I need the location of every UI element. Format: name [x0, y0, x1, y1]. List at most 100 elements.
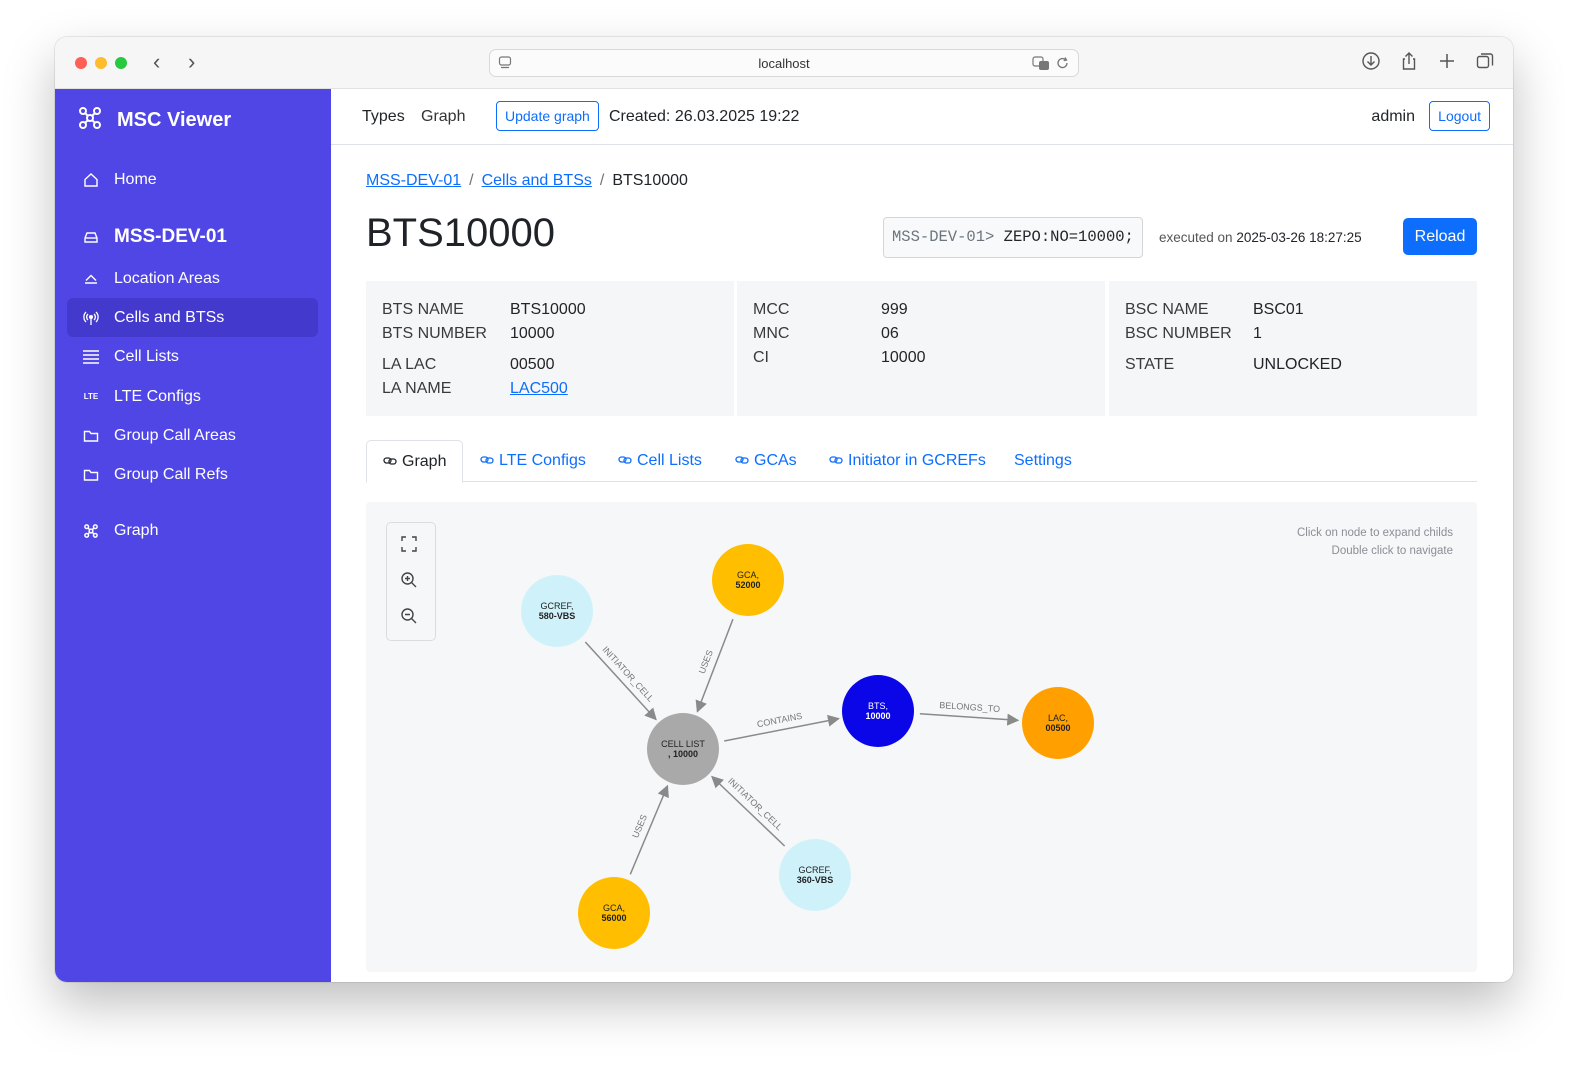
breadcrumb-cells-and-btss[interactable]: Cells and BTSs — [482, 172, 592, 190]
page-title: BTS10000 — [366, 211, 556, 255]
maximize-window-button[interactable] — [115, 57, 127, 69]
la-lac-value: 00500 — [510, 356, 555, 373]
breadcrumb-separator: / — [469, 172, 474, 189]
share-icon[interactable] — [1399, 51, 1419, 76]
update-graph-button[interactable]: Update graph — [496, 101, 599, 131]
graph-edge-label: INITIATOR_CELL — [600, 644, 655, 703]
link-icon — [480, 452, 494, 470]
breadcrumb-mss-dev-01[interactable]: MSS-DEV-01 — [366, 172, 461, 190]
new-tab-icon[interactable] — [1437, 51, 1457, 76]
graph-node-type: LAC, — [1048, 713, 1068, 723]
sidebar-item-cells-and-btss[interactable]: Cells and BTSs — [67, 298, 318, 337]
bts-name-value: BTS10000 — [510, 301, 586, 318]
sidebar-item-group-call-areas[interactable]: Group Call Areas — [67, 416, 318, 455]
graph-icon — [81, 521, 101, 541]
tab-graph[interactable]: Graph — [366, 440, 464, 483]
browser-toolbar: ‹ › localhost — [55, 37, 1513, 89]
graph-node-gcref2[interactable]: GCREF,360-VBS — [779, 839, 851, 911]
graph-node-name: , 10000 — [668, 749, 698, 759]
graph-node-lac[interactable]: LAC,00500 — [1022, 687, 1094, 759]
graph-node-name: 56000 — [601, 913, 626, 923]
executed-info: executed on 2025-03-26 18:27:25 — [1159, 230, 1362, 245]
tab-label: Cell Lists — [637, 452, 702, 469]
sidebar-item-label: Home — [114, 170, 157, 188]
mnc-value: 06 — [881, 325, 899, 342]
url-text: localhost — [758, 56, 810, 71]
sidebar-item-home[interactable]: Home — [67, 160, 318, 199]
nav-types-link[interactable]: Types — [362, 108, 405, 126]
reload-button[interactable]: Reload — [1403, 218, 1477, 255]
graph-edge-belongs-to — [919, 713, 1020, 726]
la-name-link[interactable]: LAC500 — [510, 380, 568, 397]
antenna-icon — [81, 308, 101, 328]
bsc-name-value: BSC01 — [1253, 301, 1304, 318]
brand[interactable]: MSC Viewer — [77, 105, 231, 136]
refresh-icon[interactable] — [1056, 55, 1070, 76]
breadcrumb-current: BTS10000 — [612, 172, 688, 189]
sidebar-item-label: Location Areas — [114, 269, 220, 287]
folder-icon — [81, 426, 101, 446]
graph-edge-label: BELONGS_TO — [939, 700, 1000, 714]
tab-gcas[interactable]: GCAs — [719, 440, 813, 482]
executed-label: executed on — [1159, 230, 1233, 245]
address-bar[interactable]: localhost — [489, 49, 1079, 77]
tab-label: LTE Configs — [499, 452, 586, 469]
graph-node-type: CELL LIST — [661, 739, 705, 749]
info-card-bts: BTS NAME BTS10000 BTS NUMBER 10000 LA LAC 0… — [366, 281, 734, 416]
forward-icon[interactable]: › — [188, 49, 195, 75]
state-value: UNLOCKED — [1253, 356, 1342, 373]
executed-timestamp: 2025-03-26 18:27:25 — [1236, 230, 1362, 245]
created-timestamp: Created: 26.03.2025 19:22 — [609, 108, 800, 125]
sidebar-item-cell-lists[interactable]: Cell Lists — [67, 337, 318, 376]
graph-node-type: GCREF, — [540, 601, 573, 611]
graph-node-name: 580-VBS — [539, 611, 576, 621]
translate-icon[interactable] — [1032, 55, 1050, 76]
graph-node-gca2[interactable]: GCA,56000 — [578, 877, 650, 949]
sidebar-item-label: LTE Configs — [114, 387, 201, 405]
graph-node-name: 360-VBS — [797, 875, 834, 885]
browser-window: ‹ › localhost MSC Viewer Home MSS-DEV-01… — [55, 37, 1513, 982]
username: admin — [1371, 108, 1415, 125]
tab-cell-lists[interactable]: Cell Lists — [602, 440, 718, 482]
sidebar-item-lte-configs[interactable]: LTE LTE Configs — [67, 377, 318, 416]
graph-edge-initiator-cell — [711, 775, 786, 847]
tab-lte-configs[interactable]: LTE Configs — [464, 440, 602, 482]
field-label: BTS NAME — [382, 301, 464, 318]
close-window-button[interactable] — [75, 57, 87, 69]
download-icon[interactable] — [1361, 51, 1381, 76]
logout-button[interactable]: Logout — [1429, 101, 1490, 131]
network-graph[interactable]: CONTAINSBELONGS_TOUSESUSESINITIATOR_CELL… — [366, 502, 1477, 972]
info-card-identity: MCC 999 MNC 06 CI 10000 — [737, 281, 1105, 416]
sidebar-section-mss-dev-01[interactable]: MSS-DEV-01 — [67, 217, 318, 256]
field-label: LA NAME — [382, 380, 452, 397]
field-label: CI — [753, 349, 769, 366]
graph-node-name: 00500 — [1045, 723, 1070, 733]
sidebar-item-label: Group Call Refs — [114, 465, 228, 483]
sidebar-item-label: Graph — [114, 521, 159, 539]
command-text: ZEPO:NO=10000; — [1003, 228, 1134, 246]
sidebar-item-location-areas[interactable]: Location Areas — [67, 259, 318, 298]
back-icon[interactable]: ‹ — [153, 49, 160, 75]
tab-initiator-in-gcrefs[interactable]: Initiator in GCREFs — [813, 440, 1002, 482]
graph-node-bts[interactable]: BTS,10000 — [842, 675, 914, 747]
bsc-number-value: 1 — [1253, 325, 1262, 342]
field-label: STATE — [1125, 356, 1175, 373]
graph-canvas[interactable]: Click on node to expand childs Double cl… — [366, 502, 1477, 972]
minimize-window-button[interactable] — [95, 57, 107, 69]
graph-node-gca1[interactable]: GCA,52000 — [712, 544, 784, 616]
tab-bar: Graph LTE Configs Cell Lists GCAs Initia… — [366, 440, 1477, 483]
sidebar-item-graph[interactable]: Graph — [67, 511, 318, 550]
sidebar-item-label: Cell Lists — [114, 347, 179, 365]
nav-graph-link[interactable]: Graph — [421, 108, 465, 126]
field-label: LA LAC — [382, 356, 437, 373]
tabs-overview-icon[interactable] — [1475, 51, 1495, 76]
field-label: MCC — [753, 301, 790, 318]
graph-node-gcref1[interactable]: GCREF,580-VBS — [521, 575, 593, 647]
list-icon — [81, 347, 101, 367]
sidebar-item-label: Cells and BTSs — [114, 308, 225, 326]
tab-settings[interactable]: Settings — [998, 440, 1088, 482]
field-label: BSC NUMBER — [1125, 325, 1232, 342]
ci-value: 10000 — [881, 349, 926, 366]
graph-node-cl[interactable]: CELL LIST, 10000 — [647, 713, 719, 785]
sidebar-item-group-call-refs[interactable]: Group Call Refs — [67, 455, 318, 494]
